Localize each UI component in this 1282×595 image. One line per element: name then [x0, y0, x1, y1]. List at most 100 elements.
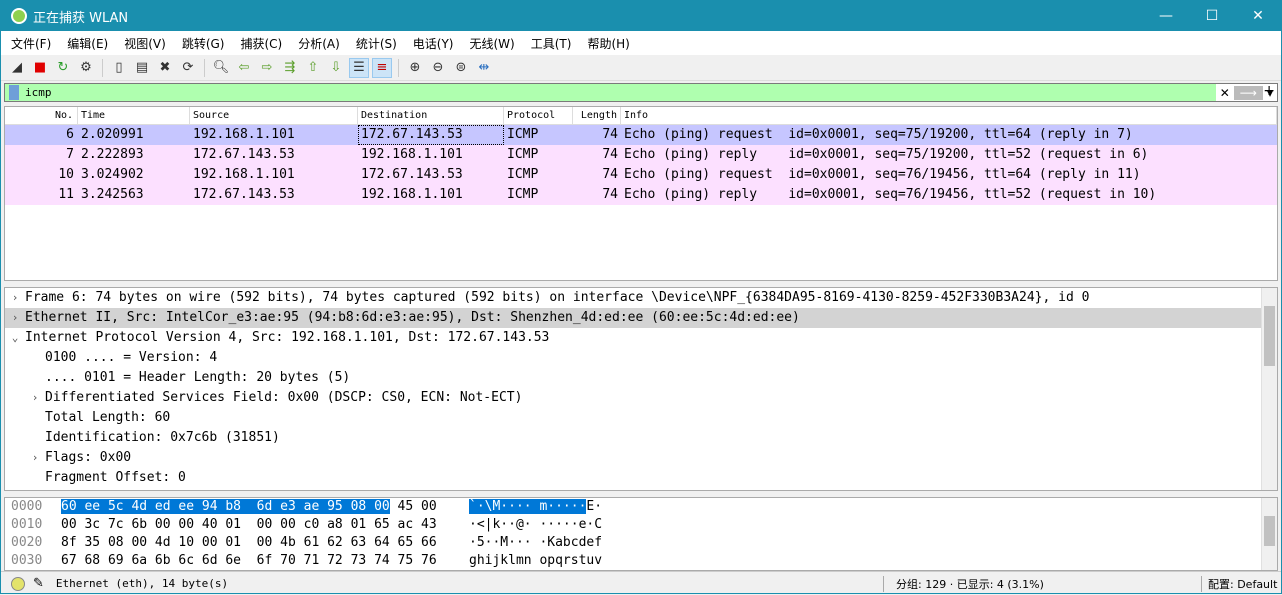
- minimize-button[interactable]: —: [1143, 8, 1189, 24]
- maximize-button[interactable]: ☐: [1189, 8, 1235, 24]
- find-packet-icon[interactable]: 🔍︎: [211, 58, 231, 78]
- hex-bytes[interactable]: 00 3c 7c 6b 00 00 40 01 00 00 c0 a8 01 6…: [61, 516, 469, 534]
- expand-arrow-icon[interactable]: ›: [25, 448, 45, 468]
- menu-item-0[interactable]: 文件(F): [5, 35, 57, 52]
- zoom-reset-icon[interactable]: ⊜: [451, 58, 471, 78]
- first-packet-icon[interactable]: ⇧: [303, 58, 323, 78]
- detail-row[interactable]: Identification: 0x7c6b (31851): [5, 428, 1277, 448]
- ascii-text[interactable]: ·<|k··@· ·····e·C: [469, 517, 602, 532]
- detail-row[interactable]: › Ethernet II, Src: IntelCor_e3:ae:95 (94…: [5, 308, 1277, 328]
- stop-capture-icon[interactable]: ■: [30, 58, 50, 78]
- ascii-text[interactable]: E·: [586, 499, 602, 514]
- menu-item-3[interactable]: 跳转(G): [176, 35, 231, 52]
- hex-bytes[interactable]: 67 68 69 6a 6b 6c 6d 6e 6f 70 71 72 73 7…: [61, 552, 469, 570]
- menu-item-2[interactable]: 视图(V): [118, 35, 172, 52]
- menu-item-5[interactable]: 分析(A): [292, 35, 346, 52]
- go-forward-icon[interactable]: ⇨: [257, 58, 277, 78]
- hex-ascii[interactable]: ghijklmn opqrstuv: [469, 552, 629, 570]
- close-button[interactable]: ✕: [1235, 8, 1281, 24]
- packet-row[interactable]: 11 3.242563 172.67.143.53 192.168.1.101 ICMP…: [5, 185, 1277, 205]
- detail-row[interactable]: Fragment Offset: 0: [5, 468, 1277, 488]
- column-header-source[interactable]: Source: [190, 107, 358, 124]
- ascii-text[interactable]: ghijklmn opqrstuv: [469, 553, 602, 568]
- capture-options-icon[interactable]: ⚙: [76, 58, 96, 78]
- bytes-scrollbar[interactable]: [1261, 498, 1277, 570]
- packet-proto: ICMP: [507, 127, 539, 142]
- capture-comment-icon[interactable]: ✎: [33, 576, 44, 591]
- column-header-time[interactable]: Time: [78, 107, 190, 124]
- hex-bytes[interactable]: 8f 35 08 00 4d 10 00 01 00 4b 61 62 63 6…: [61, 534, 469, 552]
- detail-row[interactable]: › Differentiated Services Field: 0x00 (DS…: [5, 388, 1277, 408]
- packet-len: 74: [602, 147, 618, 162]
- packet-info: Echo (ping) request id=0x0001, seq=76/19…: [624, 167, 1141, 182]
- add-filter-button[interactable]: +: [1263, 83, 1275, 99]
- packet-details: › Frame 6: 74 bytes on wire (592 bits), 7…: [4, 287, 1278, 491]
- expand-arrow-icon[interactable]: ›: [25, 388, 45, 408]
- detail-text: Identification: 0x7c6b (31851): [45, 430, 280, 445]
- expert-info-icon[interactable]: [11, 576, 25, 591]
- column-header-protocol[interactable]: Protocol: [504, 107, 573, 124]
- column-header-info[interactable]: Info: [621, 107, 1277, 124]
- expand-arrow-icon[interactable]: ⌄: [5, 328, 25, 348]
- column-header-destination[interactable]: Destination: [358, 107, 504, 124]
- go-to-packet-icon[interactable]: ⇶: [280, 58, 300, 78]
- packet-no: 11: [58, 187, 74, 202]
- detail-row[interactable]: › Flags: 0x00: [5, 448, 1277, 468]
- shark-fin-start-icon[interactable]: ◢: [7, 58, 27, 78]
- column-header-no[interactable]: No.: [5, 107, 78, 124]
- packet-time: 2.222893: [81, 147, 144, 162]
- hex-ascii[interactable]: ·5··M··· ·Kabcdef: [469, 534, 629, 552]
- packet-row[interactable]: 7 2.222893 172.67.143.53 192.168.1.101 ICMP 7…: [5, 145, 1277, 165]
- hex-bytes-text[interactable]: 00 3c 7c 6b 00 00 40 01 00 00 c0 a8 01 6…: [61, 517, 437, 532]
- apply-filter-button[interactable]: ⟶: [1233, 85, 1263, 100]
- detail-row[interactable]: .... 0101 = Header Length: 20 bytes (5): [5, 368, 1277, 388]
- expand-arrow-icon[interactable]: ›: [5, 308, 25, 328]
- close-file-icon[interactable]: ✖: [155, 58, 175, 78]
- profile-selector[interactable]: 配置: Default: [1201, 575, 1277, 592]
- packet-info: Echo (ping) request id=0x0001, seq=75/19…: [624, 127, 1133, 142]
- column-header-length[interactable]: Length: [573, 107, 621, 124]
- detail-row[interactable]: Total Length: 60: [5, 408, 1277, 428]
- bookmark-icon[interactable]: [9, 85, 19, 100]
- hex-bytes-text[interactable]: 45 00: [390, 499, 437, 514]
- autoscroll-icon[interactable]: ☰: [349, 57, 369, 78]
- packet-row[interactable]: 10 3.024902 192.168.1.101 172.67.143.53 ICMP…: [5, 165, 1277, 185]
- save-file-icon[interactable]: ▤: [132, 58, 152, 78]
- reload-file-icon[interactable]: ⟳: [178, 58, 198, 78]
- detail-row[interactable]: ⌄ Internet Protocol Version 4, Src: 192.1…: [5, 328, 1277, 348]
- zoom-in-icon[interactable]: ⊕: [405, 58, 425, 78]
- hex-bytes-selected[interactable]: 60 ee 5c 4d ed ee 94 b8 6d e3 ae 95 08 0…: [61, 499, 390, 514]
- display-filter-input[interactable]: icmp: [25, 86, 52, 99]
- hex-bytes-text[interactable]: 8f 35 08 00 4d 10 00 01 00 4b 61 62 63 6…: [61, 535, 437, 550]
- menu-item-10[interactable]: 帮助(H): [581, 35, 635, 52]
- detail-row[interactable]: 0100 .... = Version: 4: [5, 348, 1277, 368]
- hex-ascii[interactable]: `·\M···· m·····E·: [469, 498, 629, 516]
- detail-row[interactable]: › Frame 6: 74 bytes on wire (592 bits), 7…: [5, 288, 1277, 308]
- ascii-text[interactable]: ·5··M··· ·Kabcdef: [469, 535, 602, 550]
- clear-filter-button[interactable]: ✕: [1220, 86, 1230, 100]
- expand-arrow-icon[interactable]: ›: [5, 288, 25, 308]
- menu-item-8[interactable]: 无线(W): [464, 35, 521, 52]
- menu-item-4[interactable]: 捕获(C): [234, 35, 288, 52]
- go-back-icon[interactable]: ⇦: [234, 58, 254, 78]
- resize-columns-icon[interactable]: ⇹: [474, 58, 494, 78]
- zoom-out-icon[interactable]: ⊖: [428, 58, 448, 78]
- packet-dst: 172.67.143.53: [358, 125, 504, 145]
- menu-item-9[interactable]: 工具(T): [525, 35, 578, 52]
- hex-bytes-text[interactable]: 67 68 69 6a 6b 6c 6d 6e 6f 70 71 72 73 7…: [61, 553, 437, 568]
- wireshark-logo-icon: [11, 8, 27, 24]
- colorize-icon[interactable]: ≡: [372, 57, 392, 78]
- restart-capture-icon[interactable]: ↻: [53, 58, 73, 78]
- details-scrollbar[interactable]: [1261, 288, 1277, 490]
- menu-item-7[interactable]: 电话(Y): [407, 35, 460, 52]
- hex-row: 0020 8f 35 08 00 4d 10 00 01 00 4b 61 62 …: [5, 534, 1277, 552]
- hex-ascii[interactable]: ·<|k··@· ·····e·C: [469, 516, 629, 534]
- open-file-icon[interactable]: ▯: [109, 58, 129, 78]
- menu-item-1[interactable]: 编辑(E): [61, 35, 114, 52]
- packet-time: 2.020991: [81, 127, 144, 142]
- menu-item-6[interactable]: 统计(S): [350, 35, 403, 52]
- ascii-selected[interactable]: `·\M···· m·····: [469, 499, 587, 514]
- hex-bytes[interactable]: 60 ee 5c 4d ed ee 94 b8 6d e3 ae 95 08 0…: [61, 498, 469, 516]
- last-packet-icon[interactable]: ⇩: [326, 58, 346, 78]
- packet-row[interactable]: 6 2.020991 192.168.1.101 172.67.143.53 ICMP 7…: [5, 125, 1277, 145]
